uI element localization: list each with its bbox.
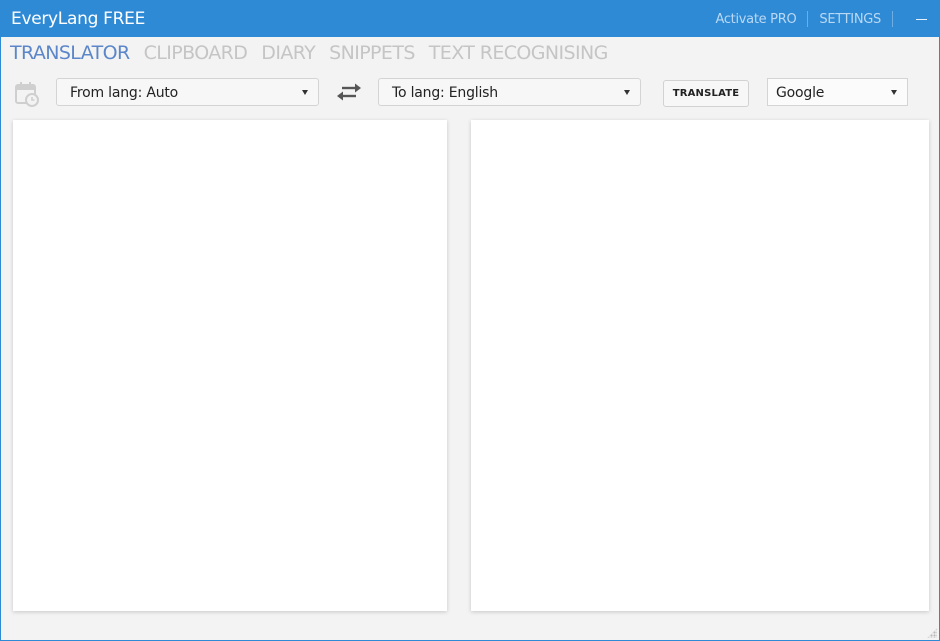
dropdown-arrow-icon [302, 90, 308, 95]
from-lang-select[interactable]: From lang: Auto [56, 78, 319, 106]
title-bar: EveryLang FREE Activate PRO SETTINGS [1, 1, 939, 37]
to-lang-select[interactable]: To lang: English [378, 78, 641, 106]
divider [807, 11, 809, 27]
translate-button[interactable]: TRANSLATE [663, 80, 749, 107]
resize-grip[interactable] [927, 628, 937, 638]
settings-link[interactable]: SETTINGS [819, 12, 881, 27]
tab-snippets[interactable]: SNIPPETS [329, 42, 415, 64]
source-text-panel [13, 120, 447, 611]
dropdown-arrow-icon [624, 90, 630, 95]
minimize-icon[interactable] [916, 18, 927, 20]
tab-clipboard[interactable]: CLIPBOARD [144, 42, 248, 64]
divider [892, 11, 893, 27]
swap-arrows-icon[interactable] [334, 81, 364, 103]
tab-translator[interactable]: TRANSLATOR [10, 42, 130, 64]
from-lang-value: From lang: Auto [70, 85, 179, 101]
tab-diary[interactable]: DIARY [261, 42, 315, 64]
dropdown-arrow-icon [891, 90, 897, 95]
title-bar-actions: Activate PRO SETTINGS [715, 1, 929, 37]
result-text-output[interactable] [471, 120, 929, 611]
activate-pro-link[interactable]: Activate PRO [715, 12, 796, 27]
engine-value: Google [776, 85, 825, 101]
to-lang-value: To lang: English [392, 85, 498, 101]
main-tabs: TRANSLATOR CLIPBOARD DIARY SNIPPETS TEXT… [10, 42, 622, 64]
result-text-panel [471, 120, 929, 611]
calendar-clock-icon[interactable] [14, 80, 40, 108]
source-text-input[interactable] [13, 120, 447, 611]
engine-select[interactable]: Google [767, 78, 908, 106]
translator-toolbar: From lang: Auto To lang: English TRANSLA… [1, 77, 939, 111]
tab-text-recognising[interactable]: TEXT RECOGNISING [429, 42, 609, 64]
app-window: EveryLang FREE Activate PRO SETTINGS TRA… [0, 0, 940, 641]
app-title: EveryLang FREE [11, 9, 146, 29]
